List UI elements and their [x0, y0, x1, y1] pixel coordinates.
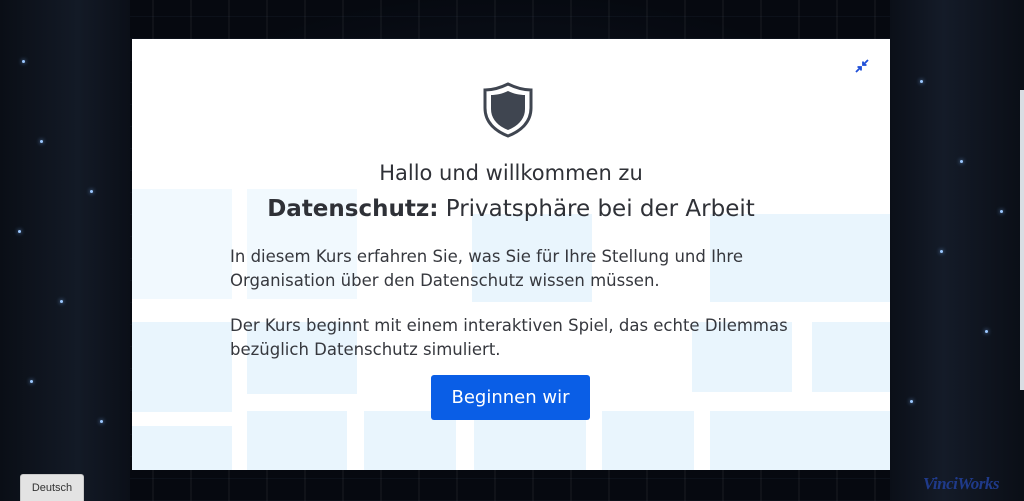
- language-button[interactable]: Deutsch: [20, 474, 84, 501]
- course-title-rest: Privatsphäre bei der Arbeit: [438, 196, 755, 222]
- server-rack-right: [890, 0, 1024, 501]
- intro-paragraph: In diesem Kurs erfahren Sie, was Sie für…: [230, 247, 743, 290]
- course-title: Datenschutz: Privatsphäre bei der Arbeit: [132, 196, 890, 222]
- shrink-button[interactable]: [852, 56, 872, 76]
- brand-logo: VinciWorks: [923, 474, 999, 493]
- shield-icon: [483, 82, 533, 138]
- game-paragraph: Der Kurs beginnt mit einem interaktiven …: [230, 316, 788, 359]
- collapse-arrows-icon: [855, 59, 869, 73]
- greeting-text: Hallo und willkommen zu: [379, 161, 643, 185]
- start-button[interactable]: Beginnen wir: [431, 375, 590, 420]
- course-title-bold: Datenschutz:: [267, 196, 439, 222]
- welcome-dialog: Hallo und willkommen zu Datenschutz: Pri…: [132, 39, 890, 470]
- scroll-edge: [1020, 90, 1024, 390]
- server-rack-left: [0, 0, 130, 501]
